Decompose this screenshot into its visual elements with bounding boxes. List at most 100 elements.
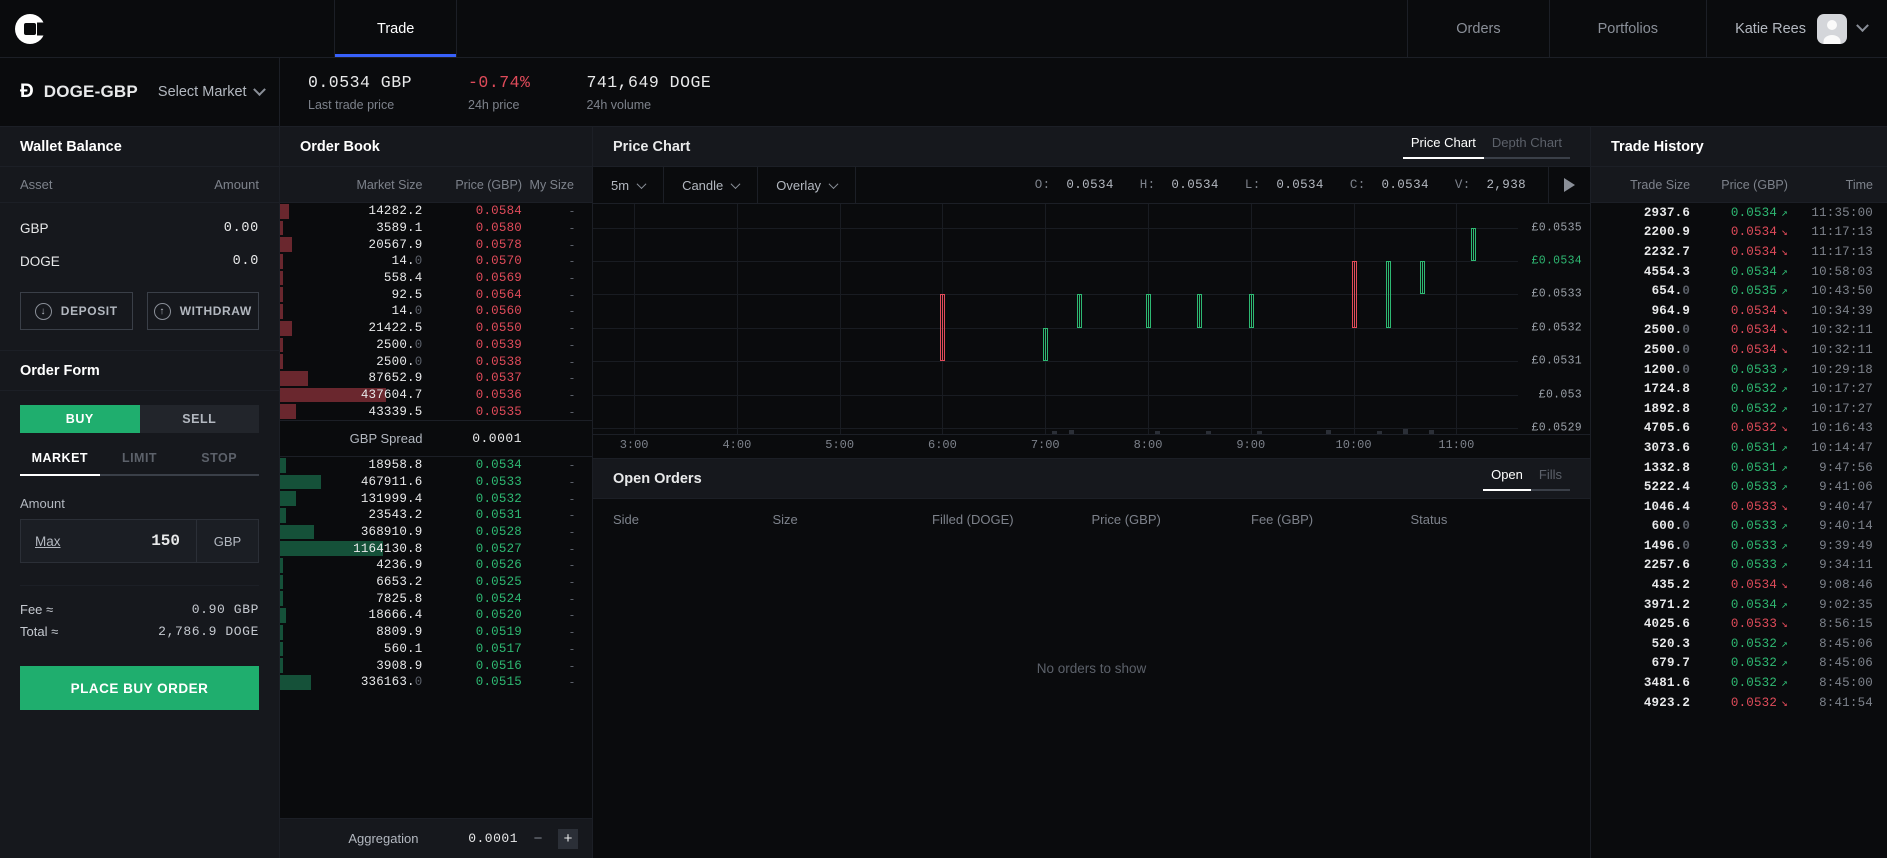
order-book-row[interactable]: 3908.90.0516- <box>280 657 592 674</box>
tab-stop-label: STOP <box>201 451 237 465</box>
trade-time: 11:17:13 <box>1788 245 1873 259</box>
trade-history-row: 1892.80.0532↗10:17:27 <box>1591 399 1887 419</box>
order-book-row[interactable]: 4236.90.0526- <box>280 557 592 574</box>
tab-market[interactable]: MARKET <box>20 451 100 476</box>
chart-y-tick-label: £0.0535 <box>1532 221 1582 234</box>
order-book-row[interactable]: 437604.70.0536- <box>280 387 592 404</box>
select-market-dropdown[interactable]: Select Market <box>158 84 264 100</box>
trade-size: 520.3 <box>1605 637 1690 651</box>
candle-body <box>940 294 945 361</box>
chart-candle <box>1471 228 1476 261</box>
order-book-row[interactable]: 131999.40.0532- <box>280 490 592 507</box>
order-book-row[interactable]: 6653.20.0525- <box>280 574 592 591</box>
overlay-dropdown[interactable]: Overlay <box>758 167 856 203</box>
order-book-size: 18666.4 <box>298 608 422 622</box>
max-link[interactable]: Max <box>21 520 61 562</box>
order-book-row[interactable]: 2500.00.0538- <box>280 353 592 370</box>
trade-time: 9:47:56 <box>1788 461 1873 475</box>
tab-depth-chart[interactable]: Depth Chart <box>1484 135 1570 159</box>
order-book-row[interactable]: 336163.00.0515- <box>280 674 592 691</box>
tab-fills[interactable]: Fills <box>1531 467 1570 491</box>
aggregation-decrease-button[interactable]: − <box>528 829 548 849</box>
trade-history-row: 4554.30.0534↗10:58:03 <box>1591 262 1887 282</box>
interval-dropdown[interactable]: 5m <box>593 167 664 203</box>
trade-price: 0.0534↘ <box>1690 323 1788 337</box>
order-book-my-size: - <box>522 338 574 352</box>
order-book-row[interactable]: 18666.40.0520- <box>280 607 592 624</box>
tab-stop[interactable]: STOP <box>179 451 259 476</box>
order-book-row[interactable]: 8809.90.0519- <box>280 624 592 641</box>
chart-volume-bar <box>1403 429 1408 434</box>
aggregation-increase-button[interactable]: + <box>558 829 578 849</box>
tab-open[interactable]: Open <box>1483 467 1531 491</box>
order-book-row[interactable]: 2500.00.0539- <box>280 337 592 354</box>
order-book-row[interactable]: 14.00.0570- <box>280 253 592 270</box>
trade-size: 4554.3 <box>1605 265 1690 279</box>
coinbase-logo[interactable] <box>0 0 60 57</box>
order-book-row[interactable]: 92.50.0564- <box>280 286 592 303</box>
withdraw-button[interactable]: ↑ WITHDRAW <box>147 292 260 330</box>
trade-size: 4025.6 <box>1605 617 1690 631</box>
order-book-price: 0.0570 <box>422 254 522 268</box>
sell-tab[interactable]: SELL <box>140 405 260 433</box>
order-book-row[interactable]: 23543.20.0531- <box>280 507 592 524</box>
nav-link-orders[interactable]: Orders <box>1407 0 1548 57</box>
tab-limit[interactable]: LIMIT <box>100 451 180 476</box>
trade-time: 9:02:35 <box>1788 598 1873 612</box>
order-book-row[interactable]: 20567.90.0578- <box>280 236 592 253</box>
trade-time: 11:17:13 <box>1788 225 1873 239</box>
market-pair-cell: Đ DOGE-GBP Select Market <box>0 58 280 126</box>
chart-x-tick-label: 3:00 <box>620 438 649 452</box>
order-book-size: 2500.0 <box>298 338 422 352</box>
order-book-row[interactable]: 558.40.0569- <box>280 270 592 287</box>
order-book-row[interactable]: 18958.80.0534- <box>280 457 592 474</box>
order-book-row[interactable]: 368910.90.0528- <box>280 524 592 541</box>
order-book-price: 0.0535 <box>422 405 522 419</box>
candle-body <box>1471 228 1476 261</box>
user-menu[interactable]: Katie Rees <box>1706 0 1887 57</box>
order-book-my-size: - <box>522 542 574 556</box>
order-book-row[interactable]: 560.10.0517- <box>280 641 592 658</box>
order-book-row[interactable]: 21422.50.0550- <box>280 320 592 337</box>
price-chart-canvas[interactable]: £0.0535£0.0534£0.0533£0.0532£0.0531£0.05… <box>593 204 1590 435</box>
amount-input[interactable]: 150 <box>61 520 196 562</box>
order-book-row[interactable]: 7825.80.0524- <box>280 590 592 607</box>
chevron-down-icon <box>731 179 741 189</box>
order-book-row[interactable]: 467911.60.0533- <box>280 474 592 491</box>
deposit-button[interactable]: ↓ DEPOSIT <box>20 292 133 330</box>
order-book-price: 0.0539 <box>422 338 522 352</box>
order-book-row[interactable]: 43339.50.0535- <box>280 403 592 420</box>
place-buy-order-button[interactable]: PLACE BUY ORDER <box>20 666 259 710</box>
place-buy-order-label: PLACE BUY ORDER <box>71 681 209 696</box>
order-book-row[interactable]: 14282.20.0584- <box>280 203 592 220</box>
trade-time: 10:17:27 <box>1788 382 1873 396</box>
order-book-row[interactable]: 1164130.80.0527- <box>280 540 592 557</box>
chart-y-tick-label: £0.0532 <box>1532 321 1582 334</box>
aggregation-row: Aggregation 0.0001 − + <box>280 818 592 858</box>
order-book-row[interactable]: 3589.10.0580- <box>280 220 592 237</box>
nav-tab-trade[interactable]: Trade <box>334 0 457 57</box>
stat-24h-volume-value: 741,649 DOGE <box>586 73 711 92</box>
chart-volume-bar <box>1069 430 1074 434</box>
play-button[interactable] <box>1548 167 1590 203</box>
trade-history-row: 435.20.0534↘9:08:46 <box>1591 575 1887 595</box>
order-book-row[interactable]: 14.00.0560- <box>280 303 592 320</box>
depth-bar <box>280 354 283 369</box>
trade-history-header: Trade Size Price (GBP) Time <box>1591 167 1887 203</box>
tab-price-chart[interactable]: Price Chart <box>1403 135 1484 159</box>
stat-last-trade-price-label: Last trade price <box>308 98 412 112</box>
buy-tab[interactable]: BUY <box>20 405 140 433</box>
depth-bar <box>280 608 286 623</box>
nav-link-portfolios[interactable]: Portfolios <box>1549 0 1706 57</box>
amount-input-group[interactable]: Max 150 GBP <box>20 519 259 563</box>
trade-size: 654.0 <box>1605 284 1690 298</box>
fee-row: Fee ≈ 0.90 GBP <box>20 602 259 617</box>
chart-style-dropdown[interactable]: Candle <box>664 167 758 203</box>
order-book-row[interactable]: 87652.90.0537- <box>280 370 592 387</box>
wallet-table-header: Asset Amount <box>0 167 279 203</box>
trade-price: 0.0533↗ <box>1690 558 1788 572</box>
trade-time: 9:08:46 <box>1788 578 1873 592</box>
arrow-up-icon: ↗ <box>1781 461 1788 475</box>
order-book-price: 0.0580 <box>422 221 522 235</box>
order-book-price: 0.0526 <box>422 558 522 572</box>
